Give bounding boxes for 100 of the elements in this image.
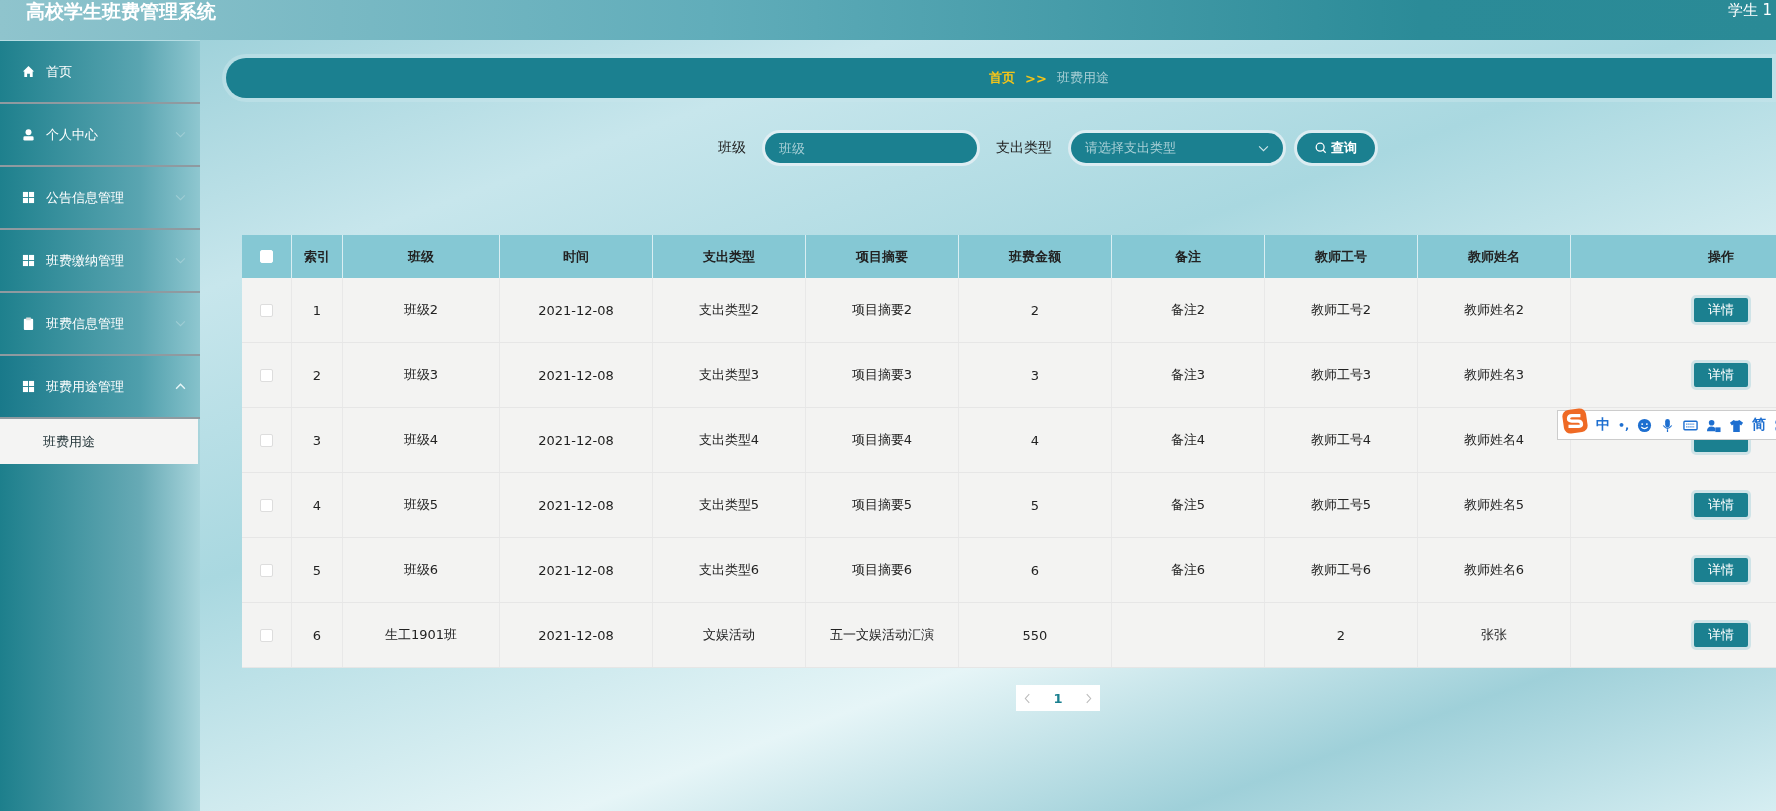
table-cell: 备注5: [1170, 496, 1206, 514]
table-cell: 文娱活动: [703, 626, 755, 644]
table-cell: 2021-12-08: [538, 627, 614, 643]
previous-page-icon[interactable]: [1024, 692, 1032, 704]
column-header: 项目摘要: [806, 235, 959, 278]
home-icon: [22, 65, 35, 78]
row-checkbox[interactable]: [260, 303, 273, 317]
table-cell: 班级4: [403, 431, 439, 449]
details-button[interactable]: 详情: [1691, 555, 1751, 585]
page-number[interactable]: 1: [1053, 690, 1063, 706]
row-checkbox[interactable]: [260, 433, 273, 447]
grid-icon: [22, 254, 35, 267]
table-cell: 4: [312, 497, 322, 513]
ime-logo-icon[interactable]: [1562, 408, 1588, 434]
row-checkbox[interactable]: [260, 563, 273, 577]
user-icon: [22, 128, 35, 141]
user-name: 学生 1: [1727, 1, 1772, 20]
column-header: 支出类型: [653, 235, 806, 278]
select-all-checkbox[interactable]: [260, 250, 273, 263]
class-input[interactable]: 班级: [765, 133, 977, 163]
grid-icon: [22, 191, 35, 204]
search-button[interactable]: 查询: [1297, 133, 1375, 163]
sidebar-item[interactable]: 个人中心: [0, 104, 200, 167]
table-cell: 2021-12-08: [538, 562, 614, 578]
breadcrumb-current: 班费用途: [1056, 69, 1109, 87]
table-cell: 班级6: [403, 561, 439, 579]
table-cell: 教师姓名4: [1463, 431, 1525, 449]
smiley-icon[interactable]: [1637, 417, 1653, 433]
details-button[interactable]: 详情: [1691, 490, 1751, 520]
table-cell: 2: [312, 367, 322, 383]
table-cell: 生工1901班: [384, 626, 458, 644]
column-header: 教师姓名: [1418, 235, 1571, 278]
sidebar-item[interactable]: 班费用途管理: [0, 356, 200, 419]
table-cell: 支出类型3: [698, 366, 760, 384]
table-cell: 项目摘要4: [851, 431, 913, 449]
expense-type-label: 支出类型: [996, 139, 1052, 157]
table-cell: 备注2: [1170, 301, 1206, 319]
column-header: 班级: [343, 235, 500, 278]
table-cell: 班级2: [403, 301, 439, 319]
table-cell: 1: [312, 302, 322, 318]
table-cell: 5: [312, 562, 322, 578]
table-cell: 教师工号3: [1310, 366, 1372, 384]
table-cell: 2021-12-08: [538, 432, 614, 448]
table-cell: 五一文娱活动汇演: [830, 626, 934, 644]
ime-punctuation[interactable]: •,: [1618, 418, 1630, 432]
column-header: 班费金额: [959, 235, 1112, 278]
next-page-icon[interactable]: [1084, 692, 1092, 704]
table-cell: 教师姓名5: [1463, 496, 1525, 514]
details-button[interactable]: 详情: [1691, 620, 1751, 650]
grid-icon: [22, 380, 35, 393]
sidebar-item[interactable]: 班费信息管理: [0, 293, 200, 356]
table-cell: 2021-12-08: [538, 367, 614, 383]
column-header: 备注: [1112, 235, 1265, 278]
table-cell: 2: [1030, 302, 1040, 318]
row-checkbox[interactable]: [260, 628, 273, 642]
expense-type-select[interactable]: 请选择支出类型: [1071, 133, 1283, 163]
table-cell: 3: [1030, 367, 1040, 383]
shirt-icon[interactable]: [1729, 417, 1745, 433]
table-cell: 班级5: [403, 496, 439, 514]
table-cell: 教师姓名6: [1463, 561, 1525, 579]
column-header: 时间: [500, 235, 653, 278]
sidebar-item[interactable]: 公告信息管理: [0, 167, 200, 230]
details-button[interactable]: 详情: [1691, 295, 1751, 325]
table-cell: 3: [312, 432, 322, 448]
table-cell: 支出类型4: [698, 431, 760, 449]
table-cell: 2021-12-08: [538, 497, 614, 513]
search-icon: [1315, 142, 1327, 154]
breadcrumb-separator: >>: [1025, 70, 1047, 86]
table-cell: 支出类型5: [698, 496, 760, 514]
table-cell: 教师工号2: [1310, 301, 1372, 319]
table-cell: 项目摘要3: [851, 366, 913, 384]
column-header: 教师工号: [1265, 235, 1418, 278]
table-cell: 教师姓名2: [1463, 301, 1525, 319]
breadcrumb-home[interactable]: 首页: [989, 69, 1016, 87]
table-cell: 教师工号4: [1310, 431, 1372, 449]
row-checkbox[interactable]: [260, 498, 273, 512]
table-cell: 备注3: [1170, 366, 1206, 384]
table-cell: 教师工号5: [1310, 496, 1372, 514]
chevron-down-icon: [1258, 144, 1269, 152]
table-cell: 550: [1022, 627, 1048, 643]
table-cell: 教师姓名3: [1463, 366, 1525, 384]
table-cell: 项目摘要5: [851, 496, 913, 514]
ime-script[interactable]: 简: [1752, 416, 1767, 434]
table-cell: 备注6: [1170, 561, 1206, 579]
row-checkbox[interactable]: [260, 368, 273, 382]
details-button[interactable]: 详情: [1691, 360, 1751, 390]
sidebar-subitem[interactable]: 班费用途: [0, 419, 198, 464]
sidebar-item[interactable]: 首页: [0, 41, 200, 104]
table-cell: 5: [1030, 497, 1040, 513]
ime-mode[interactable]: 中: [1596, 416, 1610, 434]
table-cell: 2: [1336, 627, 1346, 643]
user-icon[interactable]: [1706, 417, 1722, 433]
sidebar-item[interactable]: 班费缴纳管理: [0, 230, 200, 293]
column-header: 索引: [292, 235, 343, 278]
table-cell: 教师工号6: [1310, 561, 1372, 579]
class-label: 班级: [718, 139, 746, 157]
table-cell: 4: [1030, 432, 1040, 448]
table-cell: 支出类型2: [698, 301, 760, 319]
table-cell: 项目摘要2: [851, 301, 913, 319]
table-cell: 6: [1030, 562, 1040, 578]
